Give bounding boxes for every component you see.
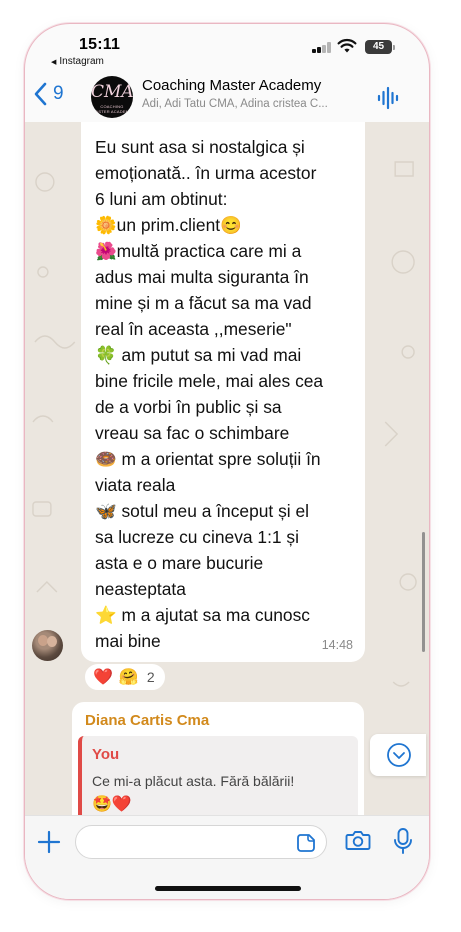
wifi-icon xyxy=(337,38,357,53)
group-avatar[interactable]: CMA COACHING MASTER ACADEMY xyxy=(91,76,133,118)
message-line: ⭐ m a ajutat sa ma cunosc xyxy=(95,605,310,625)
message-line: 🍀 am putut sa mi vad mai xyxy=(95,345,302,365)
quote-text: Ce mi-a plăcut asta. Fără bălării! xyxy=(92,773,295,789)
voice-chat-icon[interactable] xyxy=(377,86,401,110)
camera-icon[interactable] xyxy=(345,829,371,851)
sticker-icon[interactable] xyxy=(296,833,316,853)
message-line: 🍩 m a orientat spre soluții în xyxy=(95,449,321,469)
message-bubble[interactable]: Eu sunt asa si nostalgica și emoționată..… xyxy=(81,122,365,662)
plus-icon[interactable] xyxy=(37,830,61,854)
message-line: viata reala xyxy=(95,475,176,495)
home-indicator xyxy=(155,886,301,891)
quoted-message[interactable]: You Ce mi-a plăcut asta. Fără bălării! 🤩… xyxy=(78,736,358,815)
reply-message-bubble[interactable]: Diana Cartis Cma You Ce mi-a plăcut asta… xyxy=(72,702,364,815)
quote-author: You xyxy=(92,746,120,763)
message-line: de a vorbi în public și sa xyxy=(95,397,282,417)
quote-emoji: 🤩❤️ xyxy=(92,796,132,813)
chat-participants[interactable]: Adi, Adi Tatu CMA, Adina cristea C... xyxy=(142,98,364,110)
chevron-left-icon xyxy=(34,82,47,106)
reaction-count: 2 xyxy=(146,669,155,685)
unread-count: 9 xyxy=(53,83,64,104)
back-to-instagram-link[interactable]: ◀ Instagram xyxy=(51,56,104,67)
message-line: real în aceasta ,,meserie" xyxy=(95,319,292,339)
phone-frame: 15:11 ◀ Instagram 45 9 CMA COACHING MASTE… xyxy=(24,23,430,900)
message-line: emoționată.. în urma acestor xyxy=(95,163,317,183)
message-input[interactable] xyxy=(75,825,327,859)
microphone-icon[interactable] xyxy=(393,827,413,855)
chat-header: 9 CMA COACHING MASTER ACADEMY Coaching M… xyxy=(25,76,429,122)
sender-avatar[interactable] xyxy=(32,630,63,661)
cellular-signal-icon xyxy=(312,41,332,53)
group-logo-subtitle: COACHING MASTER ACADEMY xyxy=(91,104,133,114)
message-line: 6 luni am obtinut: xyxy=(95,189,228,209)
message-time: 14:48 xyxy=(321,638,353,652)
message-line: 🦋 sotul meu a început și el xyxy=(95,501,310,521)
scroll-to-bottom-button[interactable] xyxy=(370,734,426,776)
message-line: 🌼un prim.client😊 xyxy=(95,215,242,235)
reactions-pill[interactable]: ❤️ 🤗 2 xyxy=(83,662,167,692)
status-time: 15:11 xyxy=(79,36,121,53)
message-line: bine fricile mele, mai ales cea xyxy=(95,371,324,391)
message-line: Eu sunt asa si nostalgica și xyxy=(95,137,305,157)
chat-title[interactable]: Coaching Master Academy xyxy=(142,77,321,94)
reaction-heart-icon: ❤️ xyxy=(93,669,113,686)
message-line: vreau sa fac o schimbare xyxy=(95,423,290,443)
chat-scrollbar[interactable] xyxy=(422,532,425,652)
status-bar: 15:11 ◀ Instagram 45 xyxy=(25,24,429,74)
back-app-label: Instagram xyxy=(59,56,104,67)
message-line: mine și m a făcut sa ma vad xyxy=(95,293,312,313)
message-text: Eu sunt asa si nostalgica și emoționată..… xyxy=(95,134,363,654)
reply-sender-name[interactable]: Diana Cartis Cma xyxy=(85,712,209,729)
battery-indicator: 45 xyxy=(365,40,395,54)
message-line: adus mai multa siguranta în xyxy=(95,267,309,287)
message-line: 🌺multă practica care mi a xyxy=(95,241,302,261)
message-line: neasteptata xyxy=(95,579,186,599)
message-line: sa lucreze cu cineva 1:1 și xyxy=(95,527,299,547)
message-line: asta e o mare bucurie xyxy=(95,553,264,573)
composer-bar xyxy=(25,815,429,899)
back-triangle-icon: ◀ xyxy=(51,59,57,66)
back-button[interactable]: 9 xyxy=(33,82,64,106)
chat-area[interactable]: Eu sunt asa si nostalgica și emoționată..… xyxy=(25,122,429,815)
chevron-down-circle-icon xyxy=(387,743,411,767)
group-logo: CMA xyxy=(91,82,133,102)
reaction-hug-icon: 🤗 xyxy=(118,669,139,686)
